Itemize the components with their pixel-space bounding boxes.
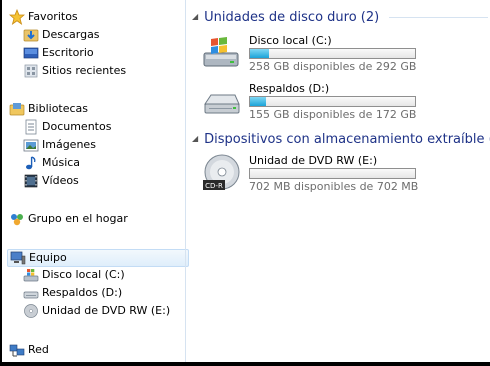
hard-drive-icon bbox=[23, 285, 39, 301]
nav-item-dvd-e[interactable]: Unidad de DVD RW (E:) bbox=[23, 302, 170, 320]
usage-bar-fill bbox=[250, 49, 270, 58]
nav-item-videos[interactable]: Vídeos bbox=[23, 172, 79, 190]
downloads-folder-icon bbox=[23, 27, 39, 43]
usage-bar bbox=[249, 48, 416, 59]
network-icon bbox=[9, 342, 25, 358]
collapse-arrow-icon: ◢ bbox=[192, 134, 199, 143]
nav-item-images[interactable]: Imágenes bbox=[23, 136, 96, 154]
group-divider bbox=[389, 17, 488, 18]
drive-backup-d[interactable]: Respaldos (D:) 155 GB disponibles de 172… bbox=[202, 80, 472, 121]
recent-places-icon bbox=[23, 63, 39, 79]
nav-item-documents[interactable]: Documentos bbox=[23, 118, 111, 136]
usage-bar bbox=[249, 168, 416, 179]
homegroup-icon bbox=[9, 211, 25, 227]
nav-network[interactable]: Red bbox=[9, 341, 49, 359]
images-icon bbox=[23, 137, 39, 153]
group-header-hard-drives[interactable]: ◢ Unidades de disco duro (2) bbox=[192, 8, 379, 26]
hard-drive-icon bbox=[202, 80, 242, 120]
disc-label: CD-R bbox=[205, 182, 223, 190]
nav-item-recent-places[interactable]: Sitios recientes bbox=[23, 62, 126, 80]
windows-drive-icon bbox=[202, 32, 242, 72]
videos-icon bbox=[23, 173, 39, 189]
navigation-pane: Favoritos Descargas Escritorio Sitios re… bbox=[2, 0, 189, 362]
star-icon bbox=[9, 9, 25, 25]
drive-local-disk-c[interactable]: Disco local (C:) 258 GB disponibles de 2… bbox=[202, 32, 472, 73]
collapse-arrow-icon: ◢ bbox=[192, 12, 199, 21]
dvd-drive-icon bbox=[23, 303, 39, 319]
nav-libraries[interactable]: Bibliotecas bbox=[9, 100, 88, 118]
cd-r-disc-icon: CD-R bbox=[202, 152, 242, 192]
nav-item-desktop[interactable]: Escritorio bbox=[23, 44, 94, 62]
computer-icon bbox=[10, 250, 26, 266]
nav-item-local-disk-c[interactable]: Disco local (C:) bbox=[23, 266, 125, 284]
content-pane: ◢ Unidades de disco duro (2) Disco local … bbox=[186, 0, 490, 362]
window-bottom-border bbox=[0, 362, 490, 366]
group-header-removable[interactable]: ◢ Dispositivos con almacenamiento extraíb… bbox=[192, 130, 490, 148]
music-note-icon bbox=[23, 155, 39, 171]
nav-favorites[interactable]: Favoritos bbox=[9, 8, 78, 26]
windows-drive-icon bbox=[23, 267, 39, 283]
nav-homegroup[interactable]: Grupo en el hogar bbox=[9, 210, 128, 228]
desktop-icon bbox=[23, 45, 39, 61]
nav-item-downloads[interactable]: Descargas bbox=[23, 26, 100, 44]
nav-item-backup-d[interactable]: Respaldos (D:) bbox=[23, 284, 122, 302]
libraries-icon bbox=[9, 101, 25, 117]
drive-dvd-e[interactable]: CD-R Unidad de DVD RW (E:) 702 MB dispon… bbox=[202, 152, 472, 193]
usage-bar bbox=[249, 96, 416, 107]
nav-computer[interactable]: Equipo bbox=[7, 249, 189, 267]
nav-item-music[interactable]: Música bbox=[23, 154, 80, 172]
documents-icon bbox=[23, 119, 39, 135]
usage-bar-fill bbox=[250, 97, 267, 106]
